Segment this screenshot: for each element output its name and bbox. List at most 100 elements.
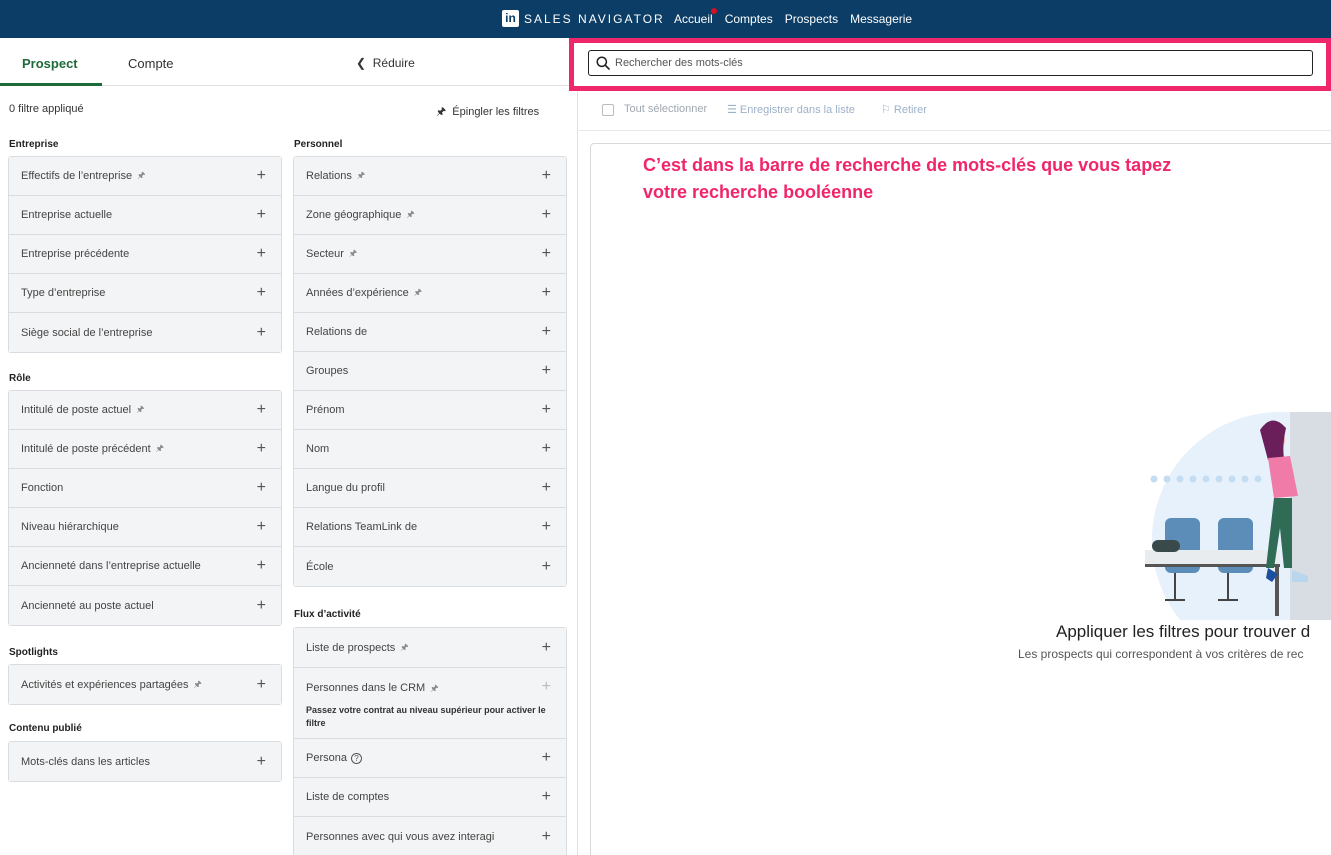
- filter-siege-social[interactable]: Siège social de l’entreprise +: [9, 313, 281, 352]
- filter-relations-de[interactable]: Relations de +: [294, 313, 566, 352]
- pin-icon[interactable]: 🖈: [406, 207, 414, 223]
- filter-type-entreprise[interactable]: Type d’entreprise +: [9, 274, 281, 313]
- filter-personnes-interagi[interactable]: Personnes avec qui vous avez interagi +: [294, 817, 566, 855]
- notification-dot-icon: [710, 8, 717, 14]
- plus-icon[interactable]: +: [257, 284, 266, 302]
- search-bar[interactable]: [588, 50, 1313, 76]
- plus-icon[interactable]: +: [542, 639, 551, 657]
- filter-personnes-crm[interactable]: Personnes dans le CRM 🖈 Passez votre cont…: [294, 668, 566, 739]
- filter-label: Nom: [306, 443, 330, 455]
- pin-filters-label: Épingler les filtres: [452, 106, 540, 118]
- section-title-flux: Flux d’activité: [294, 609, 361, 620]
- plus-icon[interactable]: +: [257, 557, 266, 575]
- filter-label: Zone géographique: [306, 209, 402, 221]
- nav-link-prospects[interactable]: Prospects: [785, 12, 838, 26]
- filter-anciennete-entreprise[interactable]: Ancienneté dans l’entreprise actuelle +: [9, 547, 281, 586]
- save-to-list-button[interactable]: ☰ Enregistrer dans la liste: [727, 103, 855, 116]
- pin-icon[interactable]: 🖈: [400, 640, 408, 656]
- plus-icon[interactable]: +: [542, 518, 551, 536]
- plus-icon[interactable]: +: [542, 167, 551, 185]
- plus-icon[interactable]: +: [542, 440, 551, 458]
- plus-icon[interactable]: +: [257, 324, 266, 342]
- filter-liste-comptes[interactable]: Liste de comptes +: [294, 778, 566, 817]
- filter-activites[interactable]: Activités et expériences partagées 🖈 +: [9, 665, 281, 704]
- filter-fonction[interactable]: Fonction +: [9, 469, 281, 508]
- filter-entreprise-precedente[interactable]: Entreprise précédente +: [9, 235, 281, 274]
- plus-icon[interactable]: +: [257, 167, 266, 185]
- plus-icon[interactable]: +: [542, 558, 551, 576]
- filter-liste-prospects[interactable]: Liste de prospects 🖈 +: [294, 628, 566, 668]
- filter-label: Personnes dans le CRM: [306, 682, 426, 694]
- filter-entreprise-actuelle[interactable]: Entreprise actuelle +: [9, 196, 281, 235]
- plus-icon[interactable]: +: [257, 518, 266, 536]
- section-title-personnel: Personnel: [294, 139, 343, 150]
- search-input[interactable]: [615, 55, 1295, 71]
- filter-nom[interactable]: Nom +: [294, 430, 566, 469]
- select-all-label[interactable]: Tout sélectionner: [624, 103, 707, 115]
- pin-icon[interactable]: 🖈: [357, 168, 365, 184]
- select-all-checkbox[interactable]: [602, 104, 614, 116]
- filter-zone-geographique[interactable]: Zone géographique 🖈 +: [294, 196, 566, 235]
- filter-secteur[interactable]: Secteur 🖈 +: [294, 235, 566, 274]
- filter-relations[interactable]: Relations 🖈 +: [294, 157, 566, 196]
- plus-icon[interactable]: +: [257, 206, 266, 224]
- plus-icon[interactable]: +: [542, 401, 551, 419]
- filter-label: Prénom: [306, 404, 345, 416]
- pin-icon[interactable]: 🖈: [414, 285, 422, 301]
- filter-label: École: [306, 560, 334, 573]
- plus-icon[interactable]: +: [542, 362, 551, 380]
- filter-effectifs[interactable]: Effectifs de l’entreprise 🖈 +: [9, 157, 281, 196]
- pin-icon[interactable]: 🖈: [194, 677, 202, 693]
- filter-label: Ancienneté au poste actuel: [21, 599, 154, 612]
- filter-anciennete-poste[interactable]: Ancienneté au poste actuel +: [9, 586, 281, 625]
- filter-mots-cles-articles[interactable]: Mots-clés dans les articles +: [9, 742, 281, 781]
- nav-link-accueil[interactable]: Accueil: [674, 8, 717, 26]
- plus-icon[interactable]: +: [542, 479, 551, 497]
- list-icon: ☰: [727, 104, 740, 116]
- filter-prenom[interactable]: Prénom +: [294, 391, 566, 430]
- section-title-role: Rôle: [9, 373, 31, 384]
- brand[interactable]: in SALES NAVIGATOR: [502, 10, 665, 27]
- plus-icon[interactable]: +: [257, 479, 266, 497]
- plus-icon[interactable]: +: [257, 440, 266, 458]
- nav-link-comptes[interactable]: Comptes: [725, 12, 773, 26]
- plus-icon[interactable]: +: [257, 401, 266, 419]
- help-icon[interactable]: ?: [350, 752, 362, 764]
- plus-icon[interactable]: +: [257, 245, 266, 263]
- pin-icon[interactable]: 🖈: [349, 246, 357, 262]
- filter-langue-profil[interactable]: Langue du profil +: [294, 469, 566, 508]
- filter-relations-teamlink[interactable]: Relations TeamLink de +: [294, 508, 566, 547]
- filter-poste-precedent[interactable]: Intitulé de poste précédent 🖈 +: [9, 430, 281, 469]
- filter-persona[interactable]: Persona? +: [294, 739, 566, 778]
- collapse-button[interactable]: ❮ Réduire: [356, 56, 415, 70]
- plus-icon[interactable]: +: [257, 753, 266, 771]
- plus-icon[interactable]: +: [542, 749, 551, 767]
- remove-button[interactable]: ⚐ Retirer: [881, 103, 927, 116]
- brand-name: SALES NAVIGATOR: [524, 11, 665, 26]
- filter-ecole[interactable]: École +: [294, 547, 566, 586]
- results-toolbar: Tout sélectionner ☰ Enregistrer dans la …: [579, 91, 1331, 131]
- plus-icon[interactable]: +: [542, 828, 551, 846]
- pin-icon[interactable]: 🖈: [137, 168, 145, 184]
- tab-prospect[interactable]: Prospect: [22, 56, 78, 71]
- plus-icon[interactable]: +: [542, 206, 551, 224]
- filter-annees-experience[interactable]: Années d’expérience 🖈 +: [294, 274, 566, 313]
- pin-icon[interactable]: 🖈: [156, 441, 164, 457]
- plus-icon[interactable]: +: [257, 676, 266, 694]
- filter-label: Relations de: [306, 326, 368, 338]
- plus-icon[interactable]: +: [542, 245, 551, 263]
- filter-poste-actuel[interactable]: Intitulé de poste actuel 🖈 +: [9, 391, 281, 430]
- tab-compte[interactable]: Compte: [128, 56, 174, 71]
- filter-groupes[interactable]: Groupes +: [294, 352, 566, 391]
- nav-link-messagerie[interactable]: Messagerie: [850, 12, 912, 26]
- section-title-entreprise: Entreprise: [9, 139, 59, 150]
- plus-icon[interactable]: +: [542, 788, 551, 806]
- pin-icon[interactable]: 🖈: [136, 402, 144, 418]
- pin-filters-button[interactable]: 🖈 Épingler les filtres: [436, 103, 539, 122]
- pin-icon[interactable]: 🖈: [430, 681, 438, 697]
- filter-niveau-hierarchique[interactable]: Niveau hiérarchique +: [9, 508, 281, 547]
- plus-icon[interactable]: +: [542, 284, 551, 302]
- plus-icon[interactable]: +: [542, 323, 551, 341]
- plus-icon[interactable]: +: [257, 597, 266, 615]
- filter-label: Siège social de l’entreprise: [21, 326, 153, 339]
